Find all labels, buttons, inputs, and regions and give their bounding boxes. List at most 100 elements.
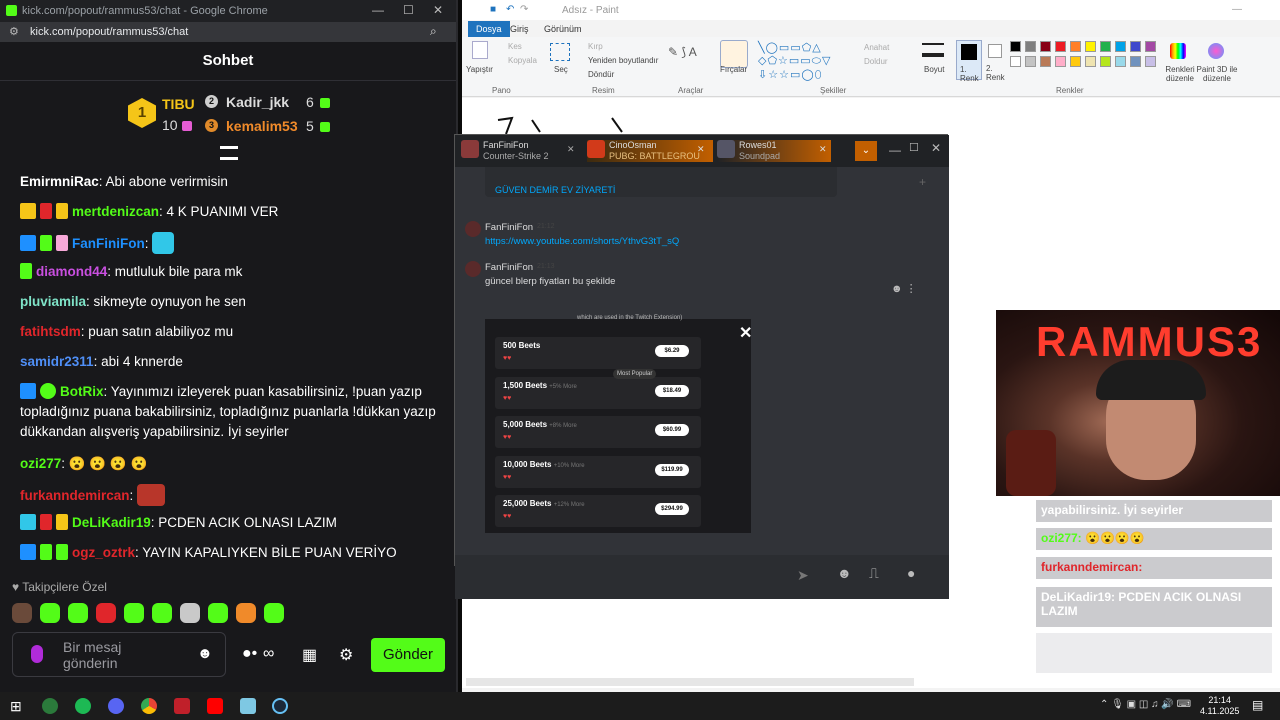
palette-color-swatch[interactable] (1145, 56, 1156, 67)
emote-icon[interactable] (152, 603, 172, 623)
undo-icon[interactable]: ↶ (506, 4, 514, 15)
chat-input[interactable]: Bir mesaj gönderin ☻ (12, 632, 226, 677)
package-price[interactable]: $60.99 (655, 424, 689, 436)
color2-swatch[interactable] (988, 44, 1002, 58)
emote-icon[interactable] (180, 603, 200, 623)
fill-button[interactable]: Doldur (864, 57, 888, 66)
message-author[interactable]: FanFiniFon (485, 222, 533, 233)
minimize-icon[interactable]: — (372, 3, 384, 17)
message-author[interactable]: FanFiniFon (485, 262, 533, 273)
paint3d-icon[interactable] (1208, 43, 1224, 59)
steam-icon[interactable] (272, 698, 288, 714)
package-price[interactable]: $119.99 (655, 464, 689, 476)
palette-color-swatch[interactable] (1025, 56, 1036, 67)
minimize-icon[interactable]: — (1232, 4, 1242, 15)
emote-icon[interactable] (264, 603, 284, 623)
emote-icon[interactable] (96, 603, 116, 623)
send-button[interactable]: Gönder (371, 638, 445, 672)
rotate-button[interactable]: Döndür (588, 70, 614, 79)
zoom-icon[interactable]: ⌕ (430, 24, 437, 39)
send-icon[interactable]: ➤ (797, 567, 809, 584)
emoji-icon[interactable]: ☻ (197, 645, 213, 662)
beets-package-row[interactable]: 5,000 Beets +8% More ♥♥ $60.99 (495, 416, 701, 448)
attach-icon[interactable]: ⎍ (869, 565, 879, 582)
palette-color-swatch[interactable] (1055, 56, 1066, 67)
voicemeeter-icon[interactable] (174, 698, 190, 714)
discord-icon[interactable] (108, 698, 124, 714)
mic-icon[interactable]: ● (907, 565, 915, 581)
select-button[interactable]: Seç (554, 65, 568, 74)
add-reaction-icon[interactable]: + (919, 175, 926, 189)
clock[interactable]: 21:14 4.11.2025 (1200, 695, 1239, 717)
palette-color-swatch[interactable] (1085, 56, 1096, 67)
palette-color-swatch[interactable] (1010, 56, 1021, 67)
select-icon[interactable] (550, 43, 570, 61)
beets-package-row[interactable]: 25,000 Beets +12% More ♥♥ $294.99 (495, 495, 701, 527)
horizontal-scrollbar[interactable] (466, 678, 914, 686)
emote-icon[interactable] (12, 603, 32, 623)
palette-color-swatch[interactable] (1100, 41, 1111, 52)
pinned-expand-icon[interactable] (220, 146, 238, 160)
address-bar[interactable]: ⚙ kick.com/popout/rammus53/chat ⌕ (0, 22, 456, 42)
chat-username[interactable]: ogz_oztrk (72, 545, 135, 560)
app-icon[interactable] (42, 698, 58, 714)
palette-color-swatch[interactable] (1100, 56, 1111, 67)
palette-color-swatch[interactable] (1085, 41, 1096, 52)
emote-icon[interactable] (68, 603, 88, 623)
emote-icon[interactable] (236, 603, 256, 623)
color1-button[interactable]: 1. Renk (956, 40, 982, 83)
spotify-icon[interactable] (75, 698, 91, 714)
leader-2-name[interactable]: Kadir_jkk (226, 94, 289, 110)
palette-color-swatch[interactable] (1115, 56, 1126, 67)
tab-fanfinifon[interactable]: FanFiniFon Counter-Strike 2 ✕ (461, 140, 575, 162)
paint-icon[interactable] (240, 698, 256, 714)
leader-3-name[interactable]: kemalim53 (226, 118, 298, 134)
emote-icon[interactable] (40, 603, 60, 623)
chat-username[interactable]: furkanndemircan (20, 488, 130, 503)
size-icon[interactable] (922, 43, 944, 57)
points-icon[interactable]: ●• (242, 645, 257, 663)
emote-icon[interactable] (208, 603, 228, 623)
cut-button[interactable]: Kes (508, 42, 522, 51)
resize-button[interactable]: Yeniden boyutlandır (588, 56, 658, 65)
mic-icon[interactable] (31, 645, 43, 663)
package-price[interactable]: $294.99 (655, 503, 689, 515)
save-icon[interactable]: ■ (490, 4, 496, 15)
palette-color-swatch[interactable] (1055, 41, 1066, 52)
minimize-icon[interactable]: — (889, 143, 901, 157)
close-icon[interactable]: ✕ (433, 3, 443, 17)
maximize-icon[interactable]: ☐ (909, 141, 919, 154)
windows-start-icon[interactable]: ⊞ (10, 698, 22, 715)
chat-username[interactable]: fatihtsdm (20, 324, 81, 339)
color-palette[interactable] (1010, 41, 1160, 71)
chat-username[interactable]: mertdenizcan (72, 204, 159, 219)
palette-color-swatch[interactable] (1130, 41, 1141, 52)
maximize-icon[interactable]: ☐ (403, 3, 414, 17)
gear-icon[interactable]: ⚙ (339, 645, 353, 665)
close-icon[interactable]: ✕ (931, 141, 941, 155)
palette-color-swatch[interactable] (1070, 56, 1081, 67)
close-image-icon[interactable]: ✕ (739, 323, 752, 343)
embed-title[interactable]: GÜVEN DEMİR EV ZİYARETİ (495, 185, 615, 195)
pencil-icon[interactable]: ✎ ⟆ A (668, 45, 697, 59)
palette-color-swatch[interactable] (1130, 56, 1141, 67)
beets-package-row[interactable]: 500 Beets ♥♥ $6.29 (495, 337, 701, 369)
size-button[interactable]: Boyut (924, 65, 944, 74)
close-tab-icon[interactable]: ✕ (697, 144, 705, 155)
avatar[interactable] (465, 261, 481, 277)
shapes-gallery-icon[interactable]: ╲◯▭▭⬠△ ◇⬠☆▭▭⬭▽ ⇩☆☆▭◯⬯ (758, 41, 832, 82)
leader-1-name[interactable]: TIBU (162, 96, 195, 112)
redo-icon[interactable]: ↷ (520, 4, 528, 15)
chat-username[interactable]: diamond44 (36, 264, 107, 279)
paste-icon[interactable] (472, 41, 488, 59)
message-link[interactable]: https://www.youtube.com/shorts/YthvG3tT_… (485, 236, 679, 247)
close-tab-icon[interactable]: ✕ (819, 144, 827, 155)
package-price[interactable]: $18.49 (655, 385, 689, 397)
emote-icon[interactable] (124, 603, 144, 623)
youtube-icon[interactable] (207, 698, 223, 714)
palette-color-swatch[interactable] (1010, 41, 1021, 52)
chat-username[interactable]: pluviamila (20, 294, 86, 309)
notification-icon[interactable]: ▤ (1252, 698, 1263, 712)
palette-color-swatch[interactable] (1040, 56, 1051, 67)
avatar[interactable] (465, 221, 481, 237)
